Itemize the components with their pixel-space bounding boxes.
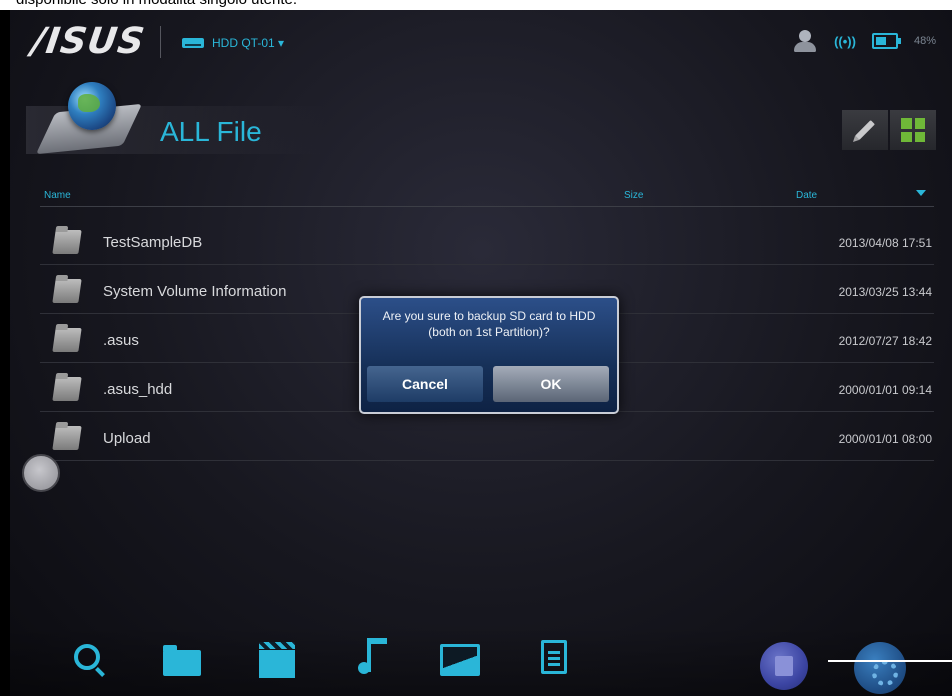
header-tools — [842, 110, 936, 150]
backup-confirm-dialog: Are you sure to backup SD card to HDD (b… — [359, 296, 619, 414]
column-header: Name Size Date — [44, 186, 934, 206]
file-date: 2012/07/27 18:42 — [838, 334, 932, 348]
file-row[interactable]: Upload 2000/01/01 08:00 — [40, 412, 934, 461]
folder-icon — [52, 426, 82, 450]
folder-icon — [52, 377, 82, 401]
status-area: ((•)) 48% — [792, 30, 936, 52]
caption-strip: disponibile solo in modalità singolo ute… — [0, 0, 952, 10]
top-bar: /ISUS HDD QT-01 ▾ ((•)) 48% — [10, 10, 952, 72]
column-name[interactable]: Name — [44, 190, 71, 201]
file-date: 2013/03/25 13:44 — [838, 285, 932, 299]
brand-logo: /ISUS — [29, 21, 148, 62]
folder-icon — [52, 328, 82, 352]
document-icon[interactable] — [541, 640, 567, 674]
column-size[interactable]: Size — [624, 190, 643, 201]
pencil-icon — [855, 120, 875, 140]
app-screen: /ISUS HDD QT-01 ▾ ((•)) 48% ALL File Nam… — [10, 10, 952, 696]
globe-icon — [68, 82, 116, 130]
wifi-icon[interactable]: ((•)) — [834, 34, 856, 49]
all-files-globe-icon — [35, 80, 143, 160]
floating-handle[interactable] — [22, 454, 60, 492]
dialog-message: Are you sure to backup SD card to HDD (b… — [382, 309, 596, 339]
file-name: System Volume Information — [103, 283, 287, 300]
caption-text: disponibile solo in modalità singolo ute… — [16, 0, 297, 8]
folder-icon[interactable] — [163, 645, 201, 676]
view-toggle-button[interactable] — [890, 110, 936, 150]
folder-icon — [52, 230, 82, 254]
edit-button[interactable] — [842, 110, 888, 150]
ok-button[interactable]: OK — [493, 366, 609, 402]
user-icon[interactable] — [792, 30, 818, 52]
page-title: ALL File — [160, 116, 262, 147]
battery-percent: 48% — [913, 35, 936, 47]
bottom-nav — [10, 626, 952, 696]
header-divider — [40, 206, 934, 207]
file-row[interactable]: TestSampleDB 2013/04/08 17:51 — [40, 216, 934, 265]
grid-view-icon — [901, 118, 925, 142]
cancel-button[interactable]: Cancel — [367, 366, 483, 402]
file-date: 2000/01/01 09:14 — [838, 383, 932, 397]
file-name: .asus — [103, 332, 139, 349]
folder-icon — [52, 279, 82, 303]
file-name: .asus_hdd — [103, 381, 173, 398]
file-name: Upload — [103, 430, 151, 447]
music-icon[interactable] — [356, 638, 387, 680]
sort-desc-icon[interactable] — [916, 190, 926, 196]
file-date: 2000/01/01 08:00 — [838, 432, 932, 446]
device-selector[interactable]: HDD QT-01 ▾ — [182, 34, 284, 52]
device-name: HDD QT-01 ▾ — [212, 36, 285, 50]
battery-icon — [871, 33, 901, 49]
hdd-icon — [182, 38, 204, 48]
picture-icon[interactable] — [440, 644, 480, 676]
callout-line — [828, 660, 952, 662]
search-icon[interactable] — [74, 644, 100, 670]
file-date: 2013/04/08 17:51 — [838, 236, 932, 250]
column-date[interactable]: Date — [796, 190, 817, 201]
divider — [160, 26, 161, 58]
video-icon[interactable] — [259, 642, 295, 678]
file-name: TestSampleDB — [103, 234, 203, 251]
settings-icon[interactable] — [854, 642, 906, 694]
backup-icon[interactable] — [760, 642, 808, 690]
